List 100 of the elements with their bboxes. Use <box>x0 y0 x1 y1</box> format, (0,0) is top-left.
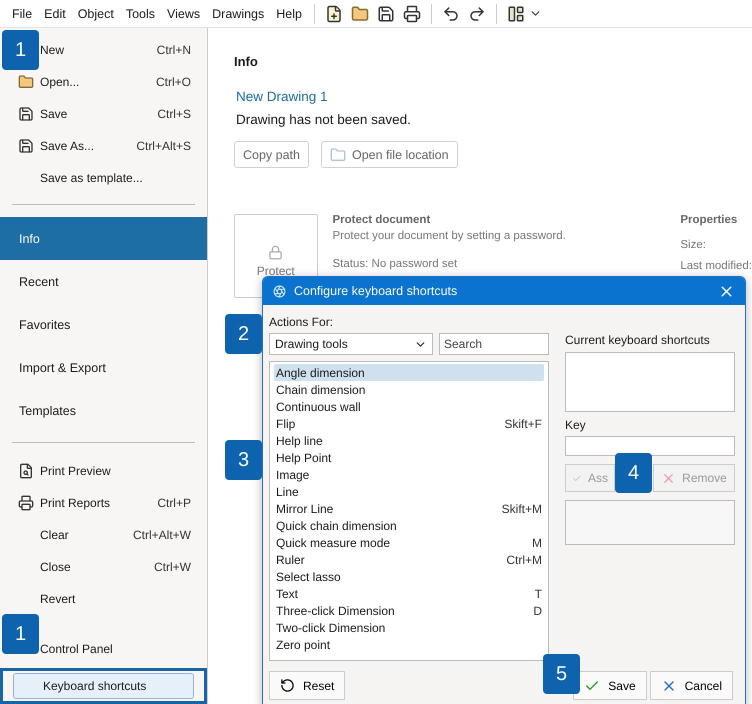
print-preview-icon <box>18 463 34 479</box>
action-item[interactable]: Continuous wall <box>274 398 544 415</box>
menu-item[interactable]: Clear <box>40 528 69 542</box>
action-item[interactable]: Quick chain dimension <box>274 517 544 534</box>
action-item[interactable]: Quick measure mode M <box>274 534 544 551</box>
property-label: Last modified: <box>680 260 752 272</box>
folder-icon <box>18 74 34 90</box>
action-item[interactable]: Help line <box>274 432 544 449</box>
menu-item[interactable]: Control Panel <box>40 642 113 656</box>
current-shortcuts-label: Current keyboard shortcuts <box>565 333 711 347</box>
action-item[interactable]: Three-click Dimension D <box>274 602 544 619</box>
menu[interactable]: Edit <box>38 6 72 20</box>
menu-item[interactable]: Keyboard shortcuts <box>13 673 194 699</box>
menu-section[interactable]: Recent <box>0 260 207 303</box>
action-item[interactable]: Two-click Dimension <box>274 619 544 636</box>
menu-item[interactable]: Save <box>40 107 68 121</box>
action-name: Three-click Dimension <box>276 604 395 618</box>
menu[interactable]: Tools <box>120 6 162 20</box>
action-item[interactable]: Help Point <box>274 449 544 466</box>
action-item[interactable]: Mirror Line Skift+M <box>274 500 544 517</box>
menu[interactable]: Drawings <box>206 6 270 20</box>
action-item[interactable]: Ruler Ctrl+M <box>274 551 544 568</box>
action-name: Continuous wall <box>276 400 361 414</box>
step-badge: 1 <box>2 30 39 70</box>
action-item[interactable]: Chain dimension <box>274 381 544 398</box>
action-name: Text <box>276 586 298 600</box>
property-label: Size: <box>680 239 707 251</box>
menu-item[interactable]: Revert <box>40 592 76 606</box>
folder-icon[interactable] <box>350 4 369 22</box>
shortcut-text: Ctrl+Alt+S <box>136 139 191 153</box>
action-item[interactable]: Text T <box>274 585 544 602</box>
action-name: Flip <box>276 416 296 430</box>
shortcut-text: Ctrl+Alt+W <box>132 528 191 542</box>
action-name: Line <box>276 484 299 498</box>
menu-section[interactable]: Templates <box>0 389 207 432</box>
redo-icon[interactable] <box>468 4 486 22</box>
document-name-link[interactable]: New Drawing 1 <box>236 89 752 104</box>
menu-section[interactable]: Import & Export <box>0 346 207 389</box>
shortcut-text: Ctrl+N <box>156 43 191 57</box>
step-badge: 2 <box>225 314 262 354</box>
protect-status: Status: No password set <box>332 258 458 270</box>
printer-icon <box>18 495 34 511</box>
category-dropdown[interactable]: Drawing tools <box>269 333 433 355</box>
menu[interactable]: Help <box>270 6 308 20</box>
action-item[interactable]: Select lasso <box>274 568 544 585</box>
action-item[interactable]: Zero point <box>274 636 544 653</box>
action-name: Quick measure mode <box>276 536 390 550</box>
save-icon[interactable] <box>376 4 395 22</box>
undo-icon[interactable] <box>442 4 460 22</box>
section-title: Info <box>234 54 259 69</box>
action-name: Image <box>276 468 310 482</box>
layout-icon[interactable] <box>506 4 525 22</box>
step-badge: 3 <box>225 440 262 480</box>
menu-item[interactable]: Print Reports <box>40 496 110 510</box>
shortcut-text: Skift+M <box>502 502 542 516</box>
menu-section[interactable]: Info <box>0 217 207 260</box>
app-icon <box>273 284 286 298</box>
action-item[interactable]: Image <box>274 466 544 483</box>
action-name: Chain dimension <box>276 382 366 396</box>
action-name: Zero point <box>276 638 330 652</box>
menu-item[interactable]: Save as template... <box>40 171 143 185</box>
menu-item[interactable]: New <box>40 43 64 57</box>
action-name: Select lasso <box>276 570 341 584</box>
shortcut-text: T <box>534 586 542 600</box>
search-field[interactable]: Search <box>439 333 549 355</box>
menu-item[interactable]: Print Preview <box>40 464 111 478</box>
menu-item[interactable]: Close <box>40 560 71 574</box>
cancel-button[interactable]: Cancel <box>650 671 733 700</box>
step-badge: 4 <box>615 453 652 493</box>
action-name: Help Point <box>276 450 332 464</box>
action-item[interactable]: Angle dimension <box>274 364 544 381</box>
save-status-text: Drawing has not been saved. <box>236 112 412 127</box>
properties-heading: Properties <box>680 214 738 226</box>
menu[interactable]: Object <box>72 6 120 20</box>
shortcut-text: Ctrl+M <box>506 552 542 566</box>
key-field[interactable] <box>565 436 735 456</box>
menu[interactable]: Views <box>161 6 206 20</box>
file-button[interactable]: Open file location <box>320 141 458 168</box>
action-name: Angle dimension <box>276 366 365 380</box>
action-item[interactable]: Flip Skift+F <box>274 415 544 432</box>
save-button[interactable]: Save <box>573 671 647 700</box>
menu-section[interactable]: Favorites <box>0 303 207 346</box>
menu-item[interactable]: Open... <box>40 75 80 89</box>
shortcut-text: Ctrl+O <box>156 75 191 89</box>
menu[interactable]: File <box>6 6 38 20</box>
menu-item[interactable]: Save As... <box>40 139 94 153</box>
shortcut-text: Ctrl+S <box>157 107 191 121</box>
new-file-icon[interactable] <box>324 4 343 22</box>
reset-button[interactable]: Reset <box>269 671 346 700</box>
shortcut-text: D <box>533 604 542 618</box>
file-button[interactable]: Copy path <box>234 141 309 168</box>
action-item[interactable]: Line <box>274 483 544 500</box>
save-icon <box>18 106 34 122</box>
step-badge: 5 <box>543 654 580 694</box>
shortcut-text: Ctrl+P <box>157 496 191 510</box>
step-badge: 1 <box>2 614 39 654</box>
lock-icon <box>268 244 284 260</box>
action-name: Ruler <box>276 552 305 566</box>
printer-icon[interactable] <box>402 4 421 22</box>
protect-description: Protect your document by setting a password. <box>332 230 567 242</box>
